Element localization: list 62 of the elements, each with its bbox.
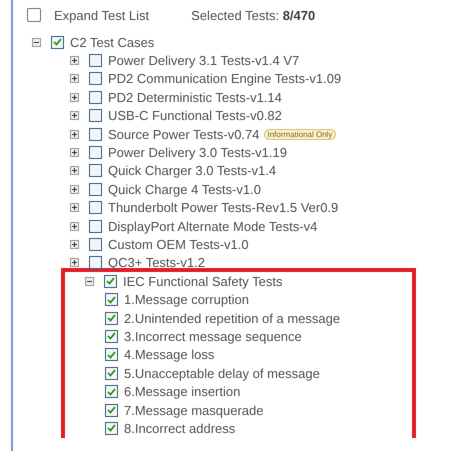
collapse-icon[interactable] [85,276,94,286]
tree-item-label[interactable]: C2 Test Cases [70,34,154,50]
expand-icon[interactable] [70,203,79,212]
expand-icon[interactable] [70,74,79,84]
checkbox[interactable] [104,274,117,288]
checkbox[interactable] [51,36,64,49]
tree-item-label[interactable]: PD2 Communication Engine Tests-v1.09 [108,71,342,86]
checkbox[interactable] [89,90,102,104]
tree-item-label[interactable]: IEC Functional Safety Tests [123,274,282,289]
checkbox[interactable] [105,404,118,416]
tree-item-label[interactable]: Power Delivery 3.1 Tests-v1.4 V7 [108,53,300,68]
checkbox[interactable] [89,238,102,251]
tree-item-label[interactable]: PD2 Deterministic Tests-v1.14 [108,90,282,105]
expand-icon[interactable] [70,130,79,139]
info-badge: Informational Only [264,128,336,140]
checkbox[interactable] [89,201,102,214]
tree-item-label[interactable]: 6.Message insertion [124,384,240,400]
tree-item-label[interactable]: Quick Charge 4 Tests-v1.0 [108,182,261,197]
checkbox[interactable] [89,220,102,233]
checkbox[interactable] [105,312,118,325]
tree-item-label[interactable]: Source Power Tests-v0.74 [108,126,260,142]
checkbox[interactable] [89,128,102,141]
expand-icon[interactable] [70,184,79,194]
expand-label: Expand Test List [54,8,150,22]
expand-icon[interactable] [70,111,79,120]
tree-item-label[interactable]: 5.Unacceptable delay of message [124,366,320,381]
selected-count: Selected Tests: 8/470 [191,8,316,22]
expand-icon[interactable] [70,148,79,158]
expand-icon[interactable] [70,166,79,176]
expand-icon[interactable] [70,258,79,268]
checkbox[interactable] [105,366,118,380]
tree-item-label[interactable]: Custom OEM Tests-v1.0 [108,236,249,252]
expand-icon[interactable] [70,240,79,249]
checkbox[interactable] [105,385,118,398]
tree-item-label[interactable]: 3.Incorrect message sequence [124,328,302,344]
expand-icon[interactable] [70,56,79,66]
checkbox[interactable] [89,109,102,122]
checkbox[interactable] [89,54,102,68]
checkbox[interactable] [89,146,102,160]
checkbox[interactable] [105,293,118,306]
tree-item-label[interactable]: 1.Message corruption [124,292,250,308]
tree-item-label[interactable]: Quick Charger 3.0 Tests-v1.4 [108,163,276,178]
tree-item-label[interactable]: 8.Incorrect address [124,420,236,436]
collapse-icon[interactable] [32,38,41,47]
expand-icon[interactable] [70,222,79,231]
tree-item-label[interactable]: 7.Message masquerade [124,402,264,418]
expand-checkbox[interactable] [27,8,41,22]
tree-item-label[interactable]: Power Delivery 3.0 Tests-v1.19 [108,145,287,160]
checkbox[interactable] [89,182,102,196]
checkbox[interactable] [105,422,118,435]
checkbox[interactable] [89,256,102,270]
tree-item-label[interactable]: QC3+ Tests-v1.2 [108,255,205,270]
checkbox[interactable] [105,330,118,343]
tree-item-label[interactable]: 4.Message loss [124,347,214,362]
tree-item-label[interactable]: USB-C Functional Tests-v0.82 [108,108,282,124]
expand-icon[interactable] [70,92,79,102]
checkbox[interactable] [89,164,102,178]
checkbox[interactable] [105,348,118,362]
tree-item-label[interactable]: Thunderbolt Power Tests-Rev1.5 Ver0.9 [108,200,338,216]
tree-item-label[interactable]: DisplayPort Alternate Mode Tests-v4 [108,218,318,234]
tree-item-label[interactable]: 2.Unintended repetition of a message [124,310,340,326]
checkbox[interactable] [89,72,102,86]
